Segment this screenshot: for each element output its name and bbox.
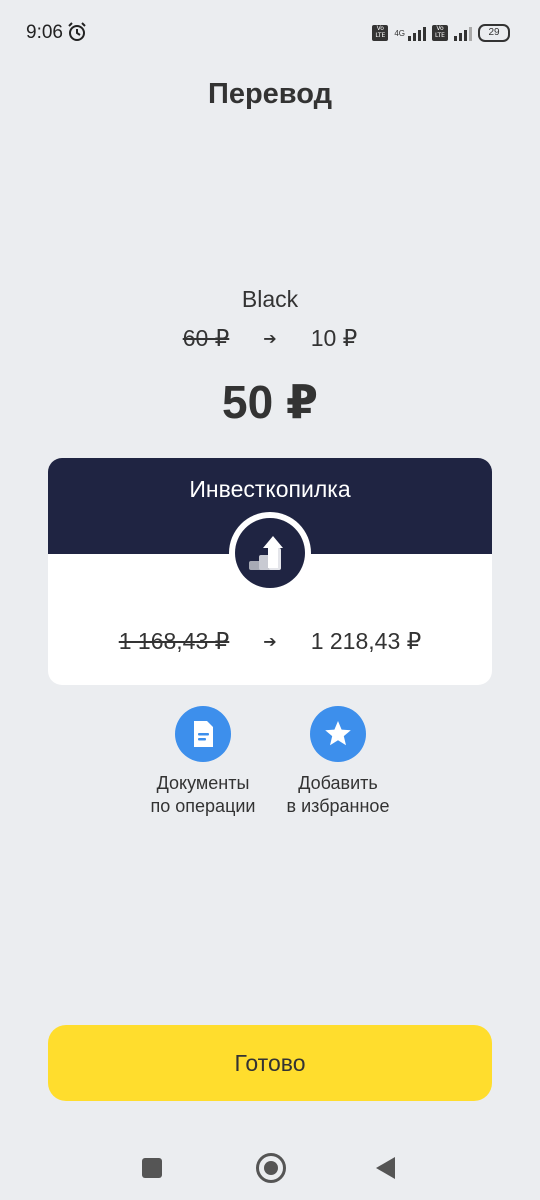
favorite-label: Добавить в избранное xyxy=(268,772,408,818)
transfer-amount: 50 ₽ xyxy=(222,376,318,428)
source-balance-before: 60 ₽ xyxy=(182,325,230,351)
alarm-clock-icon xyxy=(68,22,86,41)
card-title: Инвесткопилка xyxy=(189,476,351,502)
target-balance-change: 1 168,43 ₽ ➔ 1 218,43 ₽ xyxy=(48,628,492,655)
recent-apps-icon[interactable] xyxy=(142,1158,162,1178)
source-balance-after: 10 ₽ xyxy=(310,325,358,351)
home-icon[interactable] xyxy=(256,1153,286,1183)
arrow-right-icon: ➔ xyxy=(263,330,277,348)
investment-badge xyxy=(229,512,311,594)
favorite-label-line2: в избранное xyxy=(286,796,390,816)
status-time: 9:06 xyxy=(26,22,63,43)
signal-icon xyxy=(408,25,426,41)
document-icon xyxy=(194,721,213,747)
back-icon[interactable] xyxy=(376,1157,395,1179)
documents-label: Документы по операции xyxy=(133,772,273,818)
star-icon xyxy=(325,721,351,746)
documents-button[interactable] xyxy=(175,706,231,762)
volte-icon-2: Vo LTE xyxy=(432,25,448,41)
documents-action[interactable]: Документы по операции xyxy=(133,706,273,818)
documents-label-line2: по операции xyxy=(150,796,256,816)
favorite-action[interactable]: Добавить в избранное xyxy=(268,706,408,818)
target-balance-before: 1 168,43 ₽ xyxy=(118,628,230,654)
status-icons: Vo LTE 4G Vo LTE 29 xyxy=(372,24,510,42)
favorite-button[interactable] xyxy=(310,706,366,762)
network-type: 4G xyxy=(394,28,405,38)
volte-icon: Vo LTE xyxy=(372,25,389,41)
done-button[interactable]: Готово xyxy=(48,1025,492,1101)
target-account-card[interactable]: Инвесткопилка 1 168,43 ₽ ➔ 1 218,43 ₽ xyxy=(48,458,492,685)
signal-icon-2 xyxy=(454,25,472,41)
source-balance-change: 60 ₽ ➔ 10 ₽ xyxy=(0,325,540,352)
growth-arrow-icon xyxy=(249,536,283,570)
status-bar: 9:06 Vo LTE 4G Vo LTE 29 xyxy=(0,0,540,66)
documents-label-line1: Документы xyxy=(156,773,250,793)
source-account-name: Black xyxy=(241,286,299,312)
favorite-label-line1: Добавить xyxy=(298,773,378,793)
battery-icon: 29 xyxy=(478,24,510,42)
target-balance-after: 1 218,43 ₽ xyxy=(310,628,422,654)
system-nav-bar xyxy=(0,1140,540,1200)
page-title: Перевод xyxy=(207,78,332,110)
arrow-right-icon: ➔ xyxy=(263,633,277,651)
